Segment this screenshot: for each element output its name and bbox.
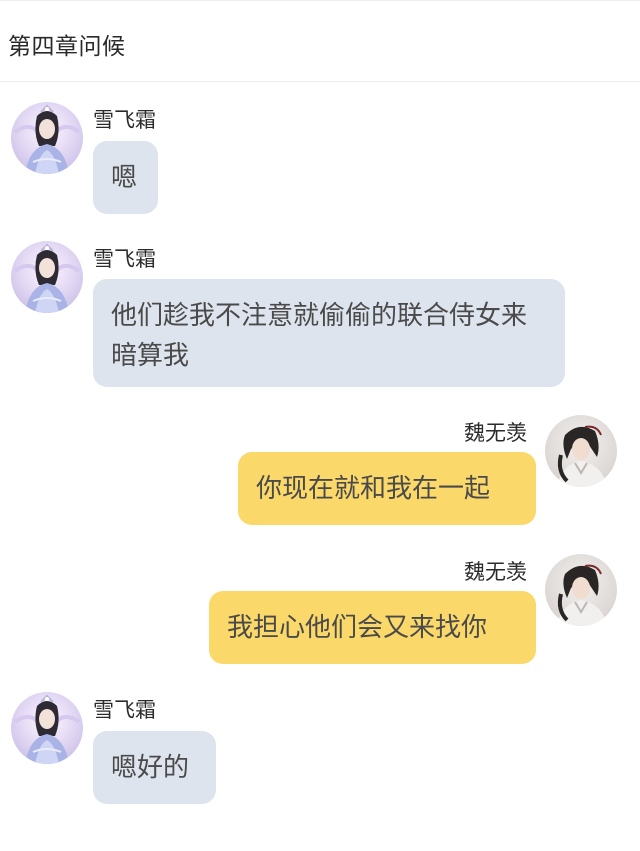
- message-bubble[interactable]: 他们趁我不注意就偷偷的联合侍女来暗算我: [93, 279, 565, 387]
- message-bubble[interactable]: 你现在就和我在一起: [238, 452, 536, 525]
- sender-name: 雪飞霜: [93, 108, 156, 132]
- chapter-header: 第四章问候: [0, 0, 640, 82]
- message-bubble[interactable]: 嗯好的: [93, 731, 216, 804]
- sender-name: 魏无羡: [464, 421, 527, 445]
- male-character-avatar[interactable]: [545, 554, 617, 626]
- chapter-title: 第四章问候: [8, 34, 126, 60]
- sender-name: 魏无羡: [464, 560, 527, 584]
- female-character-avatar[interactable]: [11, 241, 83, 313]
- sender-name: 雪飞霜: [93, 698, 156, 722]
- message-bubble[interactable]: 我担心他们会又来找你: [209, 591, 536, 664]
- female-character-avatar[interactable]: [11, 102, 83, 174]
- sender-name: 雪飞霜: [93, 247, 156, 271]
- female-character-avatar[interactable]: [11, 692, 83, 764]
- male-character-avatar[interactable]: [545, 415, 617, 487]
- message-bubble[interactable]: 嗯: [93, 141, 158, 214]
